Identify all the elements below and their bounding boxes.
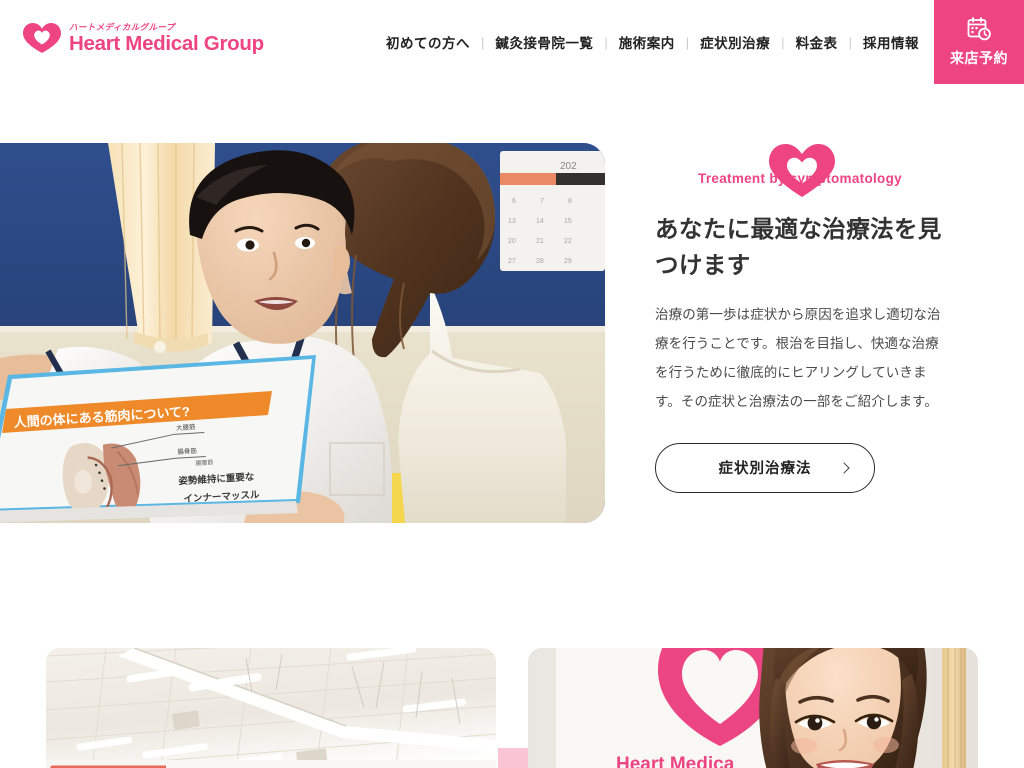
svg-text:21: 21 (536, 238, 544, 245)
nav-item-by-symptom[interactable]: 症状別治療 (700, 32, 770, 52)
svg-text:13: 13 (508, 218, 516, 225)
staff-portrait-photo: Heart Medica ハートメディカルグ (528, 648, 978, 768)
svg-text:15: 15 (564, 218, 572, 225)
symptom-treatment-label: 症状別治療法 (718, 461, 812, 478)
hero-eyebrow-text: Treatment by symptomatology (698, 171, 902, 186)
svg-text:202: 202 (560, 161, 577, 172)
svg-text:8: 8 (568, 198, 572, 205)
hero-description: 治療の第一歩は症状から原因を追求し適切な治療を行うことです。根治を目指し、快適な… (655, 306, 941, 409)
brand-kana: ハートメディカルグループ (69, 22, 175, 32)
nav-item-recruit[interactable]: 採用情報 (863, 32, 919, 52)
svg-text:27: 27 (508, 258, 516, 265)
nav-item-clinic-list[interactable]: 鍼灸接骨院一覧 (495, 32, 593, 52)
svg-text:7: 7 (540, 198, 544, 205)
hero-section: 202 6 7 8 13 14 15 20 21 22 27 28 29 人間の体に… (0, 84, 1024, 600)
symptom-treatment-button[interactable]: 症状別治療法 (655, 442, 875, 493)
svg-text:22: 22 (564, 238, 572, 245)
site-header: ハートメディカルグループ Heart Medical Group 初めての方へ … (0, 0, 1024, 84)
svg-text:20: 20 (508, 238, 516, 245)
clinic-interior-card[interactable] (46, 648, 496, 768)
nav-separator: | (685, 34, 690, 50)
nav-separator: | (604, 34, 608, 50)
main-navigation: 初めての方へ | 鍼灸接骨院一覧 | 施術案内 | 症状別治療 | 料金表 | … (386, 32, 919, 52)
hero-eyebrow: Treatment by symptomatology (655, 143, 945, 199)
nav-item-first-visit[interactable]: 初めての方へ (386, 32, 470, 52)
reserve-visit-label: 来店予約 (950, 50, 1008, 66)
nav-separator: | (781, 34, 785, 50)
calendar-clock-icon (967, 17, 991, 41)
brand-logo-link[interactable]: ハートメディカルグループ Heart Medical Group (22, 22, 264, 54)
heart-logo-icon (23, 23, 61, 53)
nav-separator: | (481, 34, 485, 50)
hero-copy: Treatment by symptomatology あなたに最適な治療法を見… (655, 143, 945, 493)
svg-text:6: 6 (512, 198, 516, 205)
cards-section: Heart Medica ハートメディカルグ (0, 600, 1024, 768)
reserve-visit-button[interactable]: 来店予約 (934, 0, 1024, 84)
chevron-right-icon (838, 462, 850, 474)
brand-name: Heart Medical Group (69, 31, 264, 55)
svg-text:28: 28 (536, 258, 544, 265)
heart-outline-icon: Treatment by symptomatology (698, 144, 902, 197)
banner-brand-text: Heart Medica (616, 754, 735, 768)
hero-photo-illustration: 202 6 7 8 13 14 15 20 21 22 27 28 29 人間の体に… (0, 143, 605, 523)
nav-separator: | (848, 34, 852, 50)
nav-item-treatment-info[interactable]: 施術案内 (619, 32, 675, 52)
clinic-interior-photo (46, 648, 496, 768)
svg-text:29: 29 (564, 258, 572, 265)
nav-item-price-list[interactable]: 料金表 (796, 32, 838, 52)
hero-photo: 202 6 7 8 13 14 15 20 21 22 27 28 29 人間の体に… (0, 143, 605, 523)
svg-text:14: 14 (536, 218, 544, 225)
staff-portrait-card[interactable]: Heart Medica ハートメディカルグ (528, 648, 978, 768)
hero-title: あなたに最適な治療法を見つけます (655, 216, 942, 279)
